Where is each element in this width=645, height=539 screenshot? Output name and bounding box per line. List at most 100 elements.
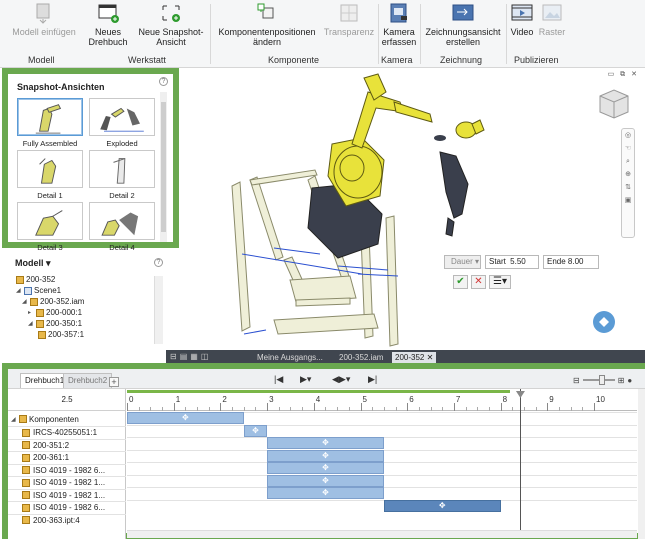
action-bar[interactable]: ✥ — [267, 449, 384, 462]
group-label-camera: Kamera — [381, 55, 413, 65]
model-scrollbar[interactable] — [154, 276, 163, 344]
zoom-in-icon[interactable]: ⊞ — [618, 376, 625, 385]
expand-arrow-icon[interactable]: ◢ — [11, 416, 17, 423]
tree-item[interactable]: ▸ 200-000:1 — [28, 307, 82, 318]
video-icon — [511, 4, 533, 21]
duration-dropdown[interactable]: Dauer ▾ — [444, 255, 481, 269]
timeline-vertical-scrollbar[interactable] — [638, 389, 645, 539]
tweak-components-button[interactable]: Komponentenpositionen ändern — [212, 2, 322, 47]
snapshot-panel-title: Snapshot-Ansichten — [17, 82, 105, 92]
chevron-down-icon: ▾ — [475, 257, 480, 266]
component-row[interactable]: 200-361:1 — [8, 451, 126, 464]
tick-minor — [162, 407, 164, 411]
timeline-horizontal-scrollbar[interactable] — [127, 530, 637, 538]
tab-storyboard[interactable]: Drehbuch1 — [20, 373, 70, 388]
tick-minor — [278, 407, 280, 411]
settings-icon[interactable]: ● — [627, 376, 632, 385]
end-field[interactable]: Ende 8.00 — [543, 255, 599, 269]
expand-arrow-icon[interactable]: ◢ — [28, 320, 34, 327]
tick-minor — [582, 407, 584, 411]
tile-windows-icon[interactable]: ⊟▤▦◫ — [170, 352, 211, 361]
action-bar[interactable]: ✥ — [127, 412, 244, 424]
tree-item[interactable]: 200-352 — [16, 274, 55, 285]
video-button[interactable]: Video — [508, 2, 536, 37]
timeline-range-bar — [127, 390, 510, 393]
timeline-zoom[interactable]: ⊟ ⊞ ● — [573, 375, 632, 385]
capture-camera-button[interactable]: Kamera erfassen — [380, 2, 418, 47]
play-button[interactable]: ▶▾ — [300, 374, 311, 385]
close-icon[interactable]: ✕ — [427, 353, 434, 362]
snapshot-scrollbar[interactable] — [160, 92, 167, 242]
action-bar[interactable]: ✥ — [267, 487, 384, 499]
insert-model-button[interactable]: Modell einfügen — [8, 2, 80, 37]
zoom-slider-thumb[interactable] — [598, 375, 605, 385]
zoom-out-icon[interactable]: ⊟ — [573, 376, 580, 385]
raster-button[interactable]: Raster — [537, 2, 567, 37]
playhead[interactable] — [519, 389, 521, 537]
ok-button[interactable]: ✔ — [453, 275, 468, 289]
component-row[interactable]: ISO 4019 - 1982 1... — [8, 476, 126, 489]
new-snapshot-button[interactable]: Neue Snapshot-Ansicht — [134, 2, 208, 47]
snapshot-tile[interactable]: Detail 3 — [17, 202, 83, 252]
add-storyboard-button[interactable]: + — [109, 377, 119, 387]
scrollbar-thumb[interactable] — [161, 102, 166, 232]
go-to-start-button[interactable]: |◀ — [274, 374, 283, 385]
component-row[interactable]: ISO 4019 - 1982 6... — [8, 463, 126, 477]
component-row[interactable]: ISO 4019 - 1982 1... — [8, 488, 126, 502]
group-label-drawing: Zeichnung — [440, 55, 483, 65]
model-panel-title[interactable]: Modell ▾ — [15, 258, 51, 269]
move-icon: ✥ — [252, 425, 259, 435]
tab-storyboard[interactable]: Drehbuch2 — [63, 373, 113, 388]
snapshot-tile[interactable]: Fully Assembled — [17, 98, 83, 148]
help-icon[interactable]: ? — [159, 77, 168, 86]
tick-minor — [243, 407, 245, 411]
storyboard-toolbar: Drehbuch1 Drehbuch2 + |◀ ▶▾ ◀▶▾ ▶| ⊟ ⊞ ● — [8, 369, 645, 389]
snapshot-tile[interactable]: Detail 4 — [89, 202, 155, 252]
transparency-button[interactable]: Transparenz — [322, 2, 376, 37]
go-to-end-button[interactable]: ▶| — [368, 374, 377, 385]
navigation-bar[interactable]: ◎ ☜ ⌕ ⊕ ⇅ ▣ — [621, 128, 635, 238]
more-options-button[interactable]: ☰▾ — [489, 275, 511, 289]
tick-mark — [594, 403, 595, 411]
tick-mark — [267, 403, 269, 411]
cancel-button[interactable]: ✕ — [471, 275, 486, 289]
create-drawing-view-button[interactable]: Zeichnungsansicht erstellen — [422, 2, 504, 47]
tree-item[interactable]: ◢ 200-352.iam — [22, 296, 84, 307]
nav-tools-icon[interactable]: ◎ ☜ ⌕ ⊕ ⇅ ▣ — [622, 129, 634, 207]
snapshot-tile[interactable]: Detail 2 — [89, 150, 155, 200]
storyboard-component-list: 2.5 ◢ Komponenten IRCS-40255051:1 200-351:… — [8, 389, 126, 539]
tree-item[interactable]: 200-357:1 — [38, 329, 84, 340]
tick-label: 4 — [315, 395, 321, 404]
part-icon — [22, 441, 30, 450]
move-icon: ✥ — [438, 500, 446, 510]
zoom-slider[interactable] — [582, 375, 615, 385]
snapshot-tile[interactable]: Exploded — [89, 98, 155, 148]
graphics-viewport[interactable]: ▭ ⧉ ✕ ◎ ☜ ⌕ ⊕ ⇅ ▣ Dauer ▾ Start 5.50 End… — [182, 68, 645, 351]
start-field[interactable]: Start 5.50 — [485, 255, 539, 269]
timeline-ruler[interactable]: 0 1 2 3 4 5 6 7 8 9 10 — [127, 389, 637, 411]
tick-mark — [500, 403, 502, 411]
action-bar[interactable]: ✥ — [243, 424, 268, 437]
collapse-arrow-icon[interactable]: ▸ — [28, 309, 34, 316]
tick-minor — [512, 407, 514, 411]
expand-arrow-icon[interactable]: ◢ — [22, 298, 28, 305]
timeline-lanes[interactable]: ✥ ✥ ✥ ✥ ✥ ✥ ✥ ✥ — [127, 412, 637, 522]
component-row[interactable]: IRCS-40255051:1 — [8, 426, 126, 439]
tree-item[interactable]: ◢ Scene1 — [16, 285, 61, 296]
component-row[interactable]: 200-363.ipt:4 — [8, 513, 126, 527]
expand-arrow-icon[interactable]: ◢ — [16, 287, 22, 294]
action-bar[interactable]: ✥ — [267, 462, 384, 474]
action-bar[interactable]: ✥ — [267, 437, 384, 449]
new-storyboard-button[interactable]: Neues Drehbuch — [82, 2, 134, 47]
components-group-header[interactable]: ◢ Komponenten — [8, 413, 126, 425]
action-bar[interactable]: ✥ — [267, 474, 384, 487]
record-button[interactable]: ◀▶▾ — [332, 374, 350, 385]
help-icon[interactable]: ? — [154, 258, 163, 267]
tree-item[interactable]: ◢ 200-350:1 — [28, 318, 82, 329]
new-snapshot-icon — [162, 5, 180, 22]
robot-cell-3d-model[interactable] — [182, 68, 645, 351]
component-row[interactable]: ISO 4019 - 1982 6... — [8, 501, 126, 514]
action-bar[interactable]: ✥ — [383, 499, 501, 512]
snapshot-tile[interactable]: Detail 1 — [17, 150, 83, 200]
component-row[interactable]: 200-351:2 — [8, 438, 126, 452]
